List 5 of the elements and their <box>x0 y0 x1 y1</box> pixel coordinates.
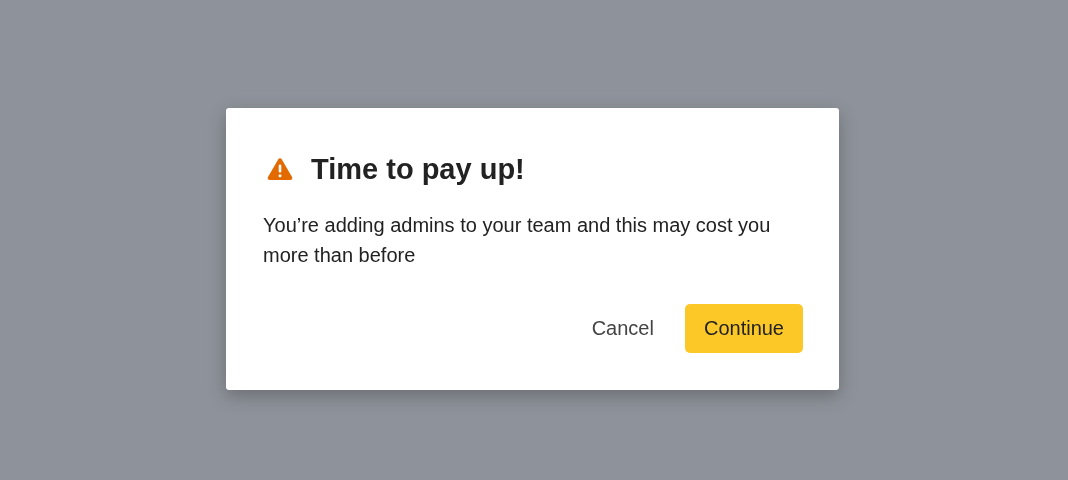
warning-icon <box>267 157 293 181</box>
dialog-title: Time to pay up! <box>311 152 525 187</box>
dialog-message: You’re adding admins to your team and this may cost you more than before <box>263 213 772 268</box>
cancel-button[interactable]: Cancel <box>572 304 673 353</box>
continue-button[interactable]: Continue <box>684 304 803 353</box>
